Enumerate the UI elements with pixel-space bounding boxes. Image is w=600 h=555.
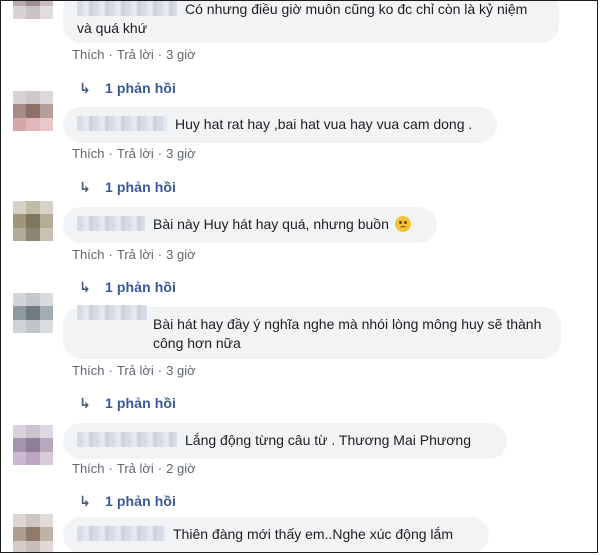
timestamp[interactable]: 3 giờ <box>166 247 196 262</box>
comment-text: Bài này Huy hát hay quá, nhưng buồn <box>153 216 389 232</box>
avatar[interactable] <box>13 293 53 333</box>
reply-arrow-icon: ↳ <box>79 493 91 509</box>
replies-count: 1 phản hồi <box>105 80 176 96</box>
like-link[interactable]: Thích <box>72 461 105 476</box>
timestamp[interactable]: 3 giờ <box>166 47 196 62</box>
comment-bubble: Có nhưng điều giờ muôn cũng ko đc chỉ cò… <box>63 1 559 43</box>
view-replies-link[interactable]: ↳ 1 phản hồi <box>79 493 176 510</box>
commenter-name-blurred[interactable] <box>77 116 167 131</box>
replies-count: 1 phản hồi <box>105 493 176 509</box>
comment-actions: Thích · Trả lời · 3 giờ <box>72 247 196 262</box>
comment-bubble: Lắng động từng câu từ . Thương Mai Phươn… <box>63 423 507 459</box>
comment-text: Bài hát hay đầy ý nghĩa nghe mà nhói lòn… <box>153 316 542 351</box>
comment-thread: Có nhưng điều giờ muôn cũng ko đc chỉ cò… <box>0 0 598 553</box>
avatar[interactable] <box>13 1 53 19</box>
like-link[interactable]: Thích <box>72 247 105 262</box>
reply-arrow-icon: ↳ <box>79 179 91 195</box>
reply-link[interactable]: Trả lời <box>117 247 154 262</box>
reply-arrow-icon: ↳ <box>79 395 91 411</box>
commenter-name-blurred[interactable] <box>77 1 177 16</box>
timestamp[interactable]: 2 giờ <box>166 461 196 476</box>
comment-text: Thiên đàng mới thấy em..Nghe xúc động lắ… <box>173 526 453 542</box>
comment-bubble: Bài này Huy hát hay quá, nhưng buồn <box>63 207 437 243</box>
commenter-name-blurred[interactable] <box>77 305 147 320</box>
comment-actions: Thích · Trả lời · 3 giờ <box>72 47 196 62</box>
replies-count: 1 phản hồi <box>105 179 176 195</box>
comment-actions: Thích · Trả lời · 3 giờ <box>72 363 196 378</box>
like-link[interactable]: Thích <box>72 363 105 378</box>
reply-link[interactable]: Trả lời <box>117 363 154 378</box>
view-replies-link[interactable]: ↳ 1 phản hồi <box>79 279 176 296</box>
comment-actions: Thích · Trả lời · 3 giờ <box>72 146 196 161</box>
sad-face-icon <box>394 216 411 232</box>
avatar[interactable] <box>13 91 53 131</box>
like-link[interactable]: Thích <box>72 47 105 62</box>
replies-count: 1 phản hồi <box>105 279 176 295</box>
comment-bubble: Bài hát hay đầy ý nghĩa nghe mà nhói lòn… <box>63 305 561 359</box>
replies-count: 1 phản hồi <box>105 395 176 411</box>
comment-text: Huy hat rat hay ,bai hat vua hay vua cam… <box>175 116 473 132</box>
avatar[interactable] <box>13 425 53 465</box>
comment-bubble: Thiên đàng mới thấy em..Nghe xúc động lắ… <box>63 517 489 552</box>
comment-actions: Thích · Trả lời · 2 giờ <box>72 461 196 476</box>
reply-arrow-icon: ↳ <box>79 80 91 96</box>
comment-bubble: Huy hat rat hay ,bai hat vua hay vua cam… <box>63 107 497 143</box>
view-replies-link[interactable]: ↳ 1 phản hồi <box>79 395 176 412</box>
avatar[interactable] <box>13 201 53 241</box>
avatar[interactable] <box>13 514 53 552</box>
comment-text: Lắng động từng câu từ . Thương Mai Phươn… <box>185 432 471 448</box>
view-replies-link[interactable]: ↳ 1 phản hồi <box>79 179 176 196</box>
timestamp[interactable]: 3 giờ <box>166 146 196 161</box>
timestamp[interactable]: 3 giờ <box>166 363 196 378</box>
commenter-name-blurred[interactable] <box>77 526 165 541</box>
reply-arrow-icon: ↳ <box>79 279 91 295</box>
reply-link[interactable]: Trả lời <box>117 461 154 476</box>
commenter-name-blurred[interactable] <box>77 432 177 447</box>
view-replies-link[interactable]: ↳ 1 phản hồi <box>79 80 176 97</box>
reply-link[interactable]: Trả lời <box>117 47 154 62</box>
reply-link[interactable]: Trả lời <box>117 146 154 161</box>
commenter-name-blurred[interactable] <box>77 216 145 231</box>
like-link[interactable]: Thích <box>72 146 105 161</box>
